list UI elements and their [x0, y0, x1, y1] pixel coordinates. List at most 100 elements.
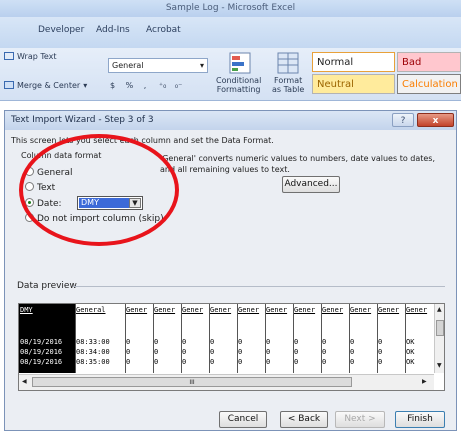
- preview-cell: 0: [154, 348, 159, 356]
- preview-cell: 0: [266, 348, 271, 356]
- preview-cell: 08/19/2016: [20, 358, 63, 366]
- scroll-thumb[interactable]: III: [32, 377, 352, 387]
- preview-cell: 0: [294, 348, 299, 356]
- preview-cell: 0: [350, 338, 355, 346]
- preview-cell: OK: [406, 358, 415, 366]
- back-button[interactable]: < Back: [280, 411, 328, 428]
- preview-cell: 0: [210, 338, 215, 346]
- merge-cells-icon: [4, 81, 14, 89]
- group-divider: [73, 286, 445, 287]
- preview-cell: 0: [378, 358, 383, 366]
- preview-cell: 0: [126, 348, 131, 356]
- percent-button[interactable]: %: [126, 81, 134, 90]
- preview-column-header[interactable]: Gener: [210, 306, 236, 315]
- scroll-thumb[interactable]: [436, 320, 444, 336]
- preview-column-header[interactable]: Gener: [378, 306, 404, 315]
- preview-cell: 0: [294, 338, 299, 346]
- merge-center-button[interactable]: Merge & Center ▾: [4, 81, 87, 90]
- preview-cell: 0: [350, 348, 355, 356]
- excel-title-bar: Sample Log - Microsoft Excel: [0, 0, 461, 17]
- data-preview-grid[interactable]: DMY General Gener Gener Gener Gener Gener Gener…: [18, 303, 445, 391]
- preview-cell: 0: [294, 358, 299, 366]
- red-annotation-circle: [19, 134, 179, 246]
- preview-cell: 0: [182, 348, 187, 356]
- vertical-scrollbar[interactable]: ▲ ▼: [434, 304, 444, 373]
- style-normal[interactable]: Normal: [312, 52, 395, 72]
- finish-button[interactable]: Finish: [395, 411, 445, 428]
- preview-column-header[interactable]: Gener: [154, 306, 180, 315]
- horizontal-scrollbar[interactable]: ◀ III ▶: [19, 374, 434, 390]
- ribbon: Wrap Text Merge & Center ▾ General ▾ $ % …: [0, 48, 461, 101]
- preview-cell: 08/19/2016: [20, 348, 63, 356]
- conditional-formatting-button[interactable]: Conditional Formatting: [216, 76, 261, 94]
- wrap-text-button[interactable]: Wrap Text: [4, 52, 57, 61]
- number-format-select[interactable]: General ▾: [108, 58, 208, 73]
- preview-cell: 0: [126, 358, 131, 366]
- ribbon-tab-row: Developer Add-Ins Acrobat: [0, 17, 461, 48]
- preview-cell: 0: [378, 338, 383, 346]
- preview-cell: OK: [406, 348, 415, 356]
- general-description: 'General' converts numeric values to num…: [160, 154, 436, 174]
- preview-cell: 0: [182, 338, 187, 346]
- format-as-table-icon[interactable]: [276, 51, 300, 75]
- number-format-buttons: $ % , ⁺₀ ₀⁻: [110, 81, 182, 90]
- scroll-left-icon[interactable]: ◀: [22, 378, 27, 385]
- preview-cell: 0: [238, 358, 243, 366]
- tab-acrobat[interactable]: Acrobat: [146, 25, 181, 35]
- scroll-down-icon[interactable]: ▼: [437, 362, 442, 369]
- preview-column-header[interactable]: Gener: [238, 306, 264, 315]
- window-title: Sample Log - Microsoft Excel: [165, 3, 296, 13]
- preview-column-header[interactable]: Gener: [182, 306, 208, 315]
- preview-cell: 08:33:00: [76, 338, 110, 346]
- preview-cell: 0: [210, 358, 215, 366]
- preview-cell: 0: [322, 358, 327, 366]
- preview-cell: 0: [238, 338, 243, 346]
- style-calculation[interactable]: Calculation: [397, 74, 461, 94]
- preview-column-header[interactable]: Gener: [266, 306, 292, 315]
- decrease-decimal-icon[interactable]: ₀⁻: [175, 81, 182, 90]
- dialog-title-bar: Text Import Wizard - Step 3 of 3 ? x: [5, 111, 456, 130]
- help-button[interactable]: ?: [392, 113, 414, 127]
- cancel-button[interactable]: Cancel: [219, 411, 267, 428]
- style-neutral[interactable]: Neutral: [312, 74, 395, 94]
- increase-decimal-icon[interactable]: ⁺₀: [159, 81, 166, 90]
- currency-button[interactable]: $: [110, 81, 115, 90]
- preview-column-header[interactable]: Gener: [126, 306, 152, 315]
- format-as-table-button[interactable]: Format as Table: [272, 76, 304, 94]
- preview-column-header[interactable]: Gener: [406, 306, 432, 315]
- scroll-right-icon[interactable]: ▶: [422, 378, 427, 385]
- preview-cell: 08:35:00: [76, 358, 110, 366]
- preview-cell: 0: [322, 348, 327, 356]
- preview-cell: 0: [266, 358, 271, 366]
- wrap-text-icon: [4, 52, 14, 60]
- conditional-formatting-icon[interactable]: [228, 51, 252, 75]
- chevron-down-icon: ▾: [83, 81, 88, 90]
- tab-developer[interactable]: Developer: [38, 25, 84, 35]
- dialog-title: Text Import Wizard - Step 3 of 3: [11, 115, 154, 125]
- preview-column-header[interactable]: General: [76, 306, 124, 315]
- preview-cell: 0: [350, 358, 355, 366]
- preview-column-header[interactable]: Gener: [350, 306, 376, 315]
- preview-cell: 0: [378, 348, 383, 356]
- preview-column-header[interactable]: Gener: [322, 306, 348, 315]
- preview-cell: OK: [406, 338, 415, 346]
- preview-cell: 0: [322, 338, 327, 346]
- preview-column-header[interactable]: Gener: [294, 306, 320, 315]
- close-button[interactable]: x: [417, 113, 454, 127]
- next-button[interactable]: Next >: [335, 411, 385, 428]
- preview-cell: 0: [154, 338, 159, 346]
- chevron-down-icon: ▾: [199, 61, 204, 70]
- preview-cell: 0: [126, 338, 131, 346]
- preview-column-header[interactable]: DMY: [20, 306, 74, 315]
- preview-cell: 0: [266, 338, 271, 346]
- comma-style-button[interactable]: ,: [144, 81, 147, 90]
- preview-cell: 08:34:00: [76, 348, 110, 356]
- tab-add-ins[interactable]: Add-Ins: [96, 25, 130, 35]
- preview-cell: 08/19/2016: [20, 338, 63, 346]
- preview-cell: 0: [210, 348, 215, 356]
- preview-cell: 0: [238, 348, 243, 356]
- advanced-button[interactable]: Advanced...: [282, 176, 340, 193]
- data-preview-label: Data preview: [17, 281, 77, 291]
- style-bad[interactable]: Bad: [397, 52, 461, 72]
- scroll-up-icon[interactable]: ▲: [437, 306, 442, 313]
